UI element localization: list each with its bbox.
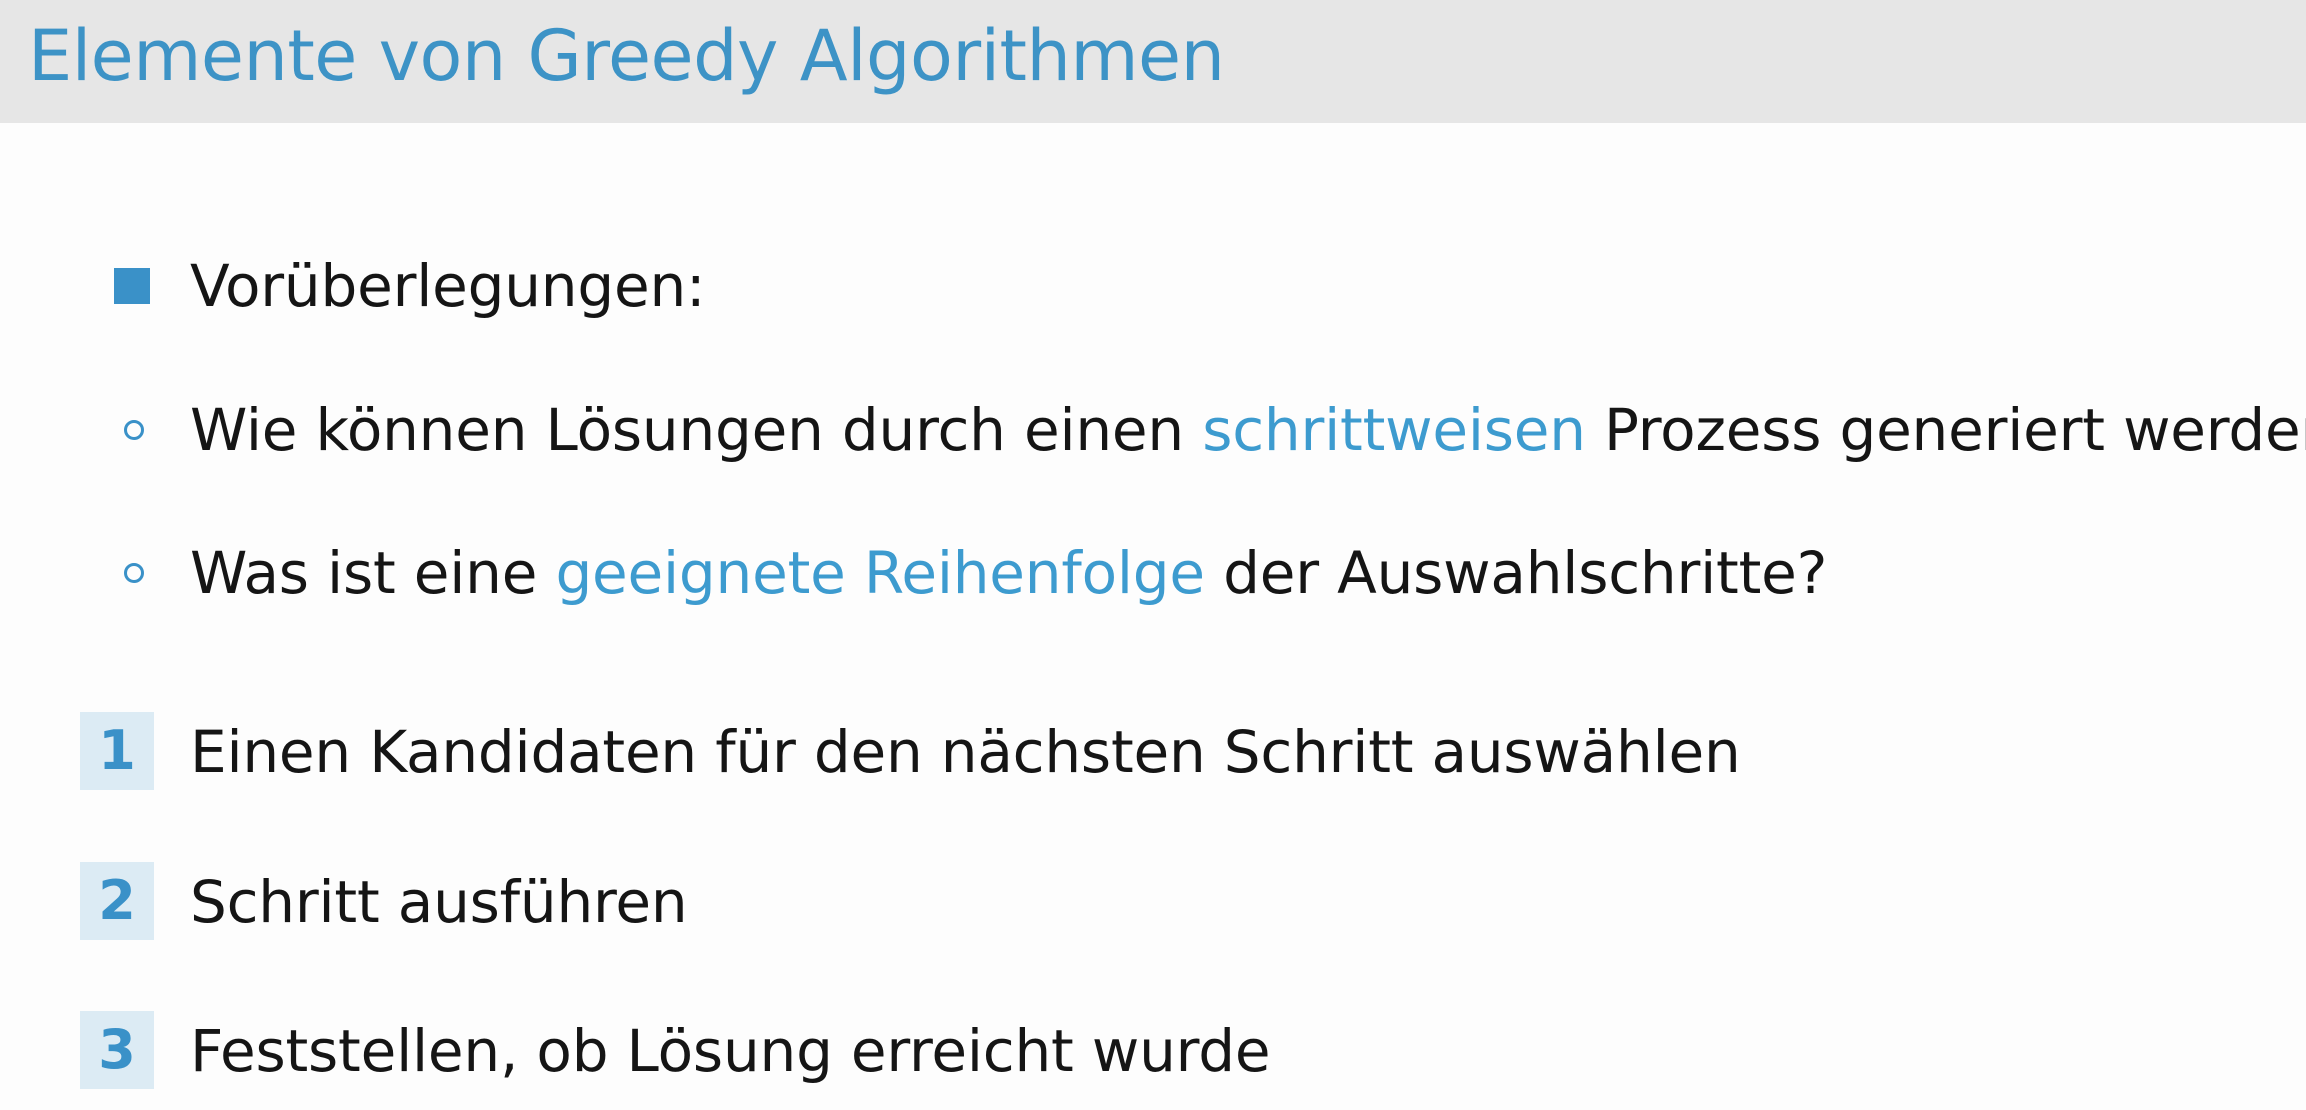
bullet-sub-2-after: der Auswahlschritte?	[1204, 539, 1828, 607]
step-1: 1 Einen Kandidaten für den nächsten Schr…	[0, 712, 2306, 792]
bullet-sub-2-text: Was ist eine geeignete Reihenfolge der A…	[190, 533, 1827, 613]
step-2-text: Schritt ausführen	[190, 868, 688, 936]
bullet-sub-2: Was ist eine geeignete Reihenfolge der A…	[0, 533, 2306, 613]
bullet-main: Vorüberlegungen:	[0, 246, 2306, 326]
bullet-sub-2-before: Was ist eine	[190, 539, 556, 607]
step-number-badge: 3	[80, 1011, 154, 1089]
bullet-sub-1-text: Wie können Lösungen durch einen schrittw…	[190, 390, 2306, 470]
step-2: 2 Schritt ausführen	[0, 862, 2306, 942]
bullet-sub-1-highlight: schrittweisen	[1202, 396, 1586, 464]
bullet-sub-2-highlight: geeignete Reihenfolge	[555, 539, 1205, 607]
square-bullet-icon	[114, 268, 150, 304]
bullet-sub-1-after: Prozess generiert werden?	[1585, 396, 2306, 464]
title-bar: Elemente von Greedy Algorithmen	[0, 0, 2306, 123]
step-number-badge: 2	[80, 862, 154, 940]
step-3: 3 Feststellen, ob Lösung erreicht wurde	[0, 1011, 2306, 1091]
step-number-badge: 1	[80, 712, 154, 790]
bullet-sub-1: Wie können Lösungen durch einen schrittw…	[0, 390, 2306, 470]
step-3-text: Feststellen, ob Lösung erreicht wurde	[190, 1017, 1271, 1085]
bullet-sub-1-before: Wie können Lösungen durch einen	[190, 396, 1203, 464]
step-1-text: Einen Kandidaten für den nächsten Schrit…	[190, 718, 1741, 786]
circle-bullet-icon	[124, 420, 144, 440]
circle-bullet-icon	[124, 563, 144, 583]
slide-title: Elemente von Greedy Algorithmen	[28, 15, 1225, 97]
bullet-main-text: Vorüberlegungen:	[190, 252, 706, 320]
